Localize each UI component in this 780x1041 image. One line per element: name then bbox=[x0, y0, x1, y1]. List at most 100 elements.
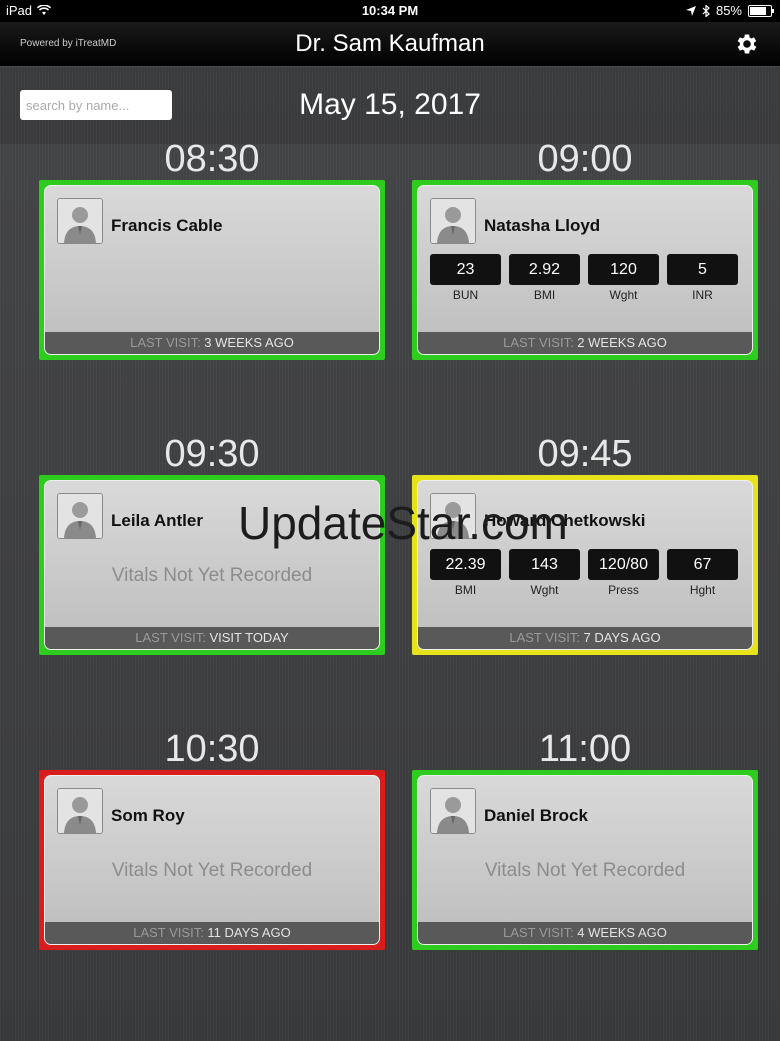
person-silhouette-icon bbox=[58, 494, 102, 538]
last-visit-bar: LAST VISIT: 4 WEEKS AGO bbox=[418, 922, 752, 944]
vital-value: 23 bbox=[430, 254, 501, 285]
appointment-slot: 11:00 Daniel Brock Vitals Not Yet Record… bbox=[412, 730, 758, 950]
vital-item: 120 Wght bbox=[588, 254, 659, 302]
appointment-time: 09:45 bbox=[537, 433, 633, 475]
patient-name: Daniel Brock bbox=[484, 806, 588, 825]
last-visit-bar: LAST VISIT: VISIT TODAY bbox=[45, 627, 379, 649]
last-visit-label: LAST VISIT: bbox=[509, 630, 584, 645]
vital-value: 143 bbox=[509, 549, 580, 580]
appointment-time: 09:00 bbox=[537, 138, 633, 180]
battery-icon bbox=[748, 4, 774, 17]
appointment-card[interactable]: Francis Cable LAST VISIT: 3 WEEKS AGO bbox=[39, 180, 385, 360]
appointment-slot: 10:30 Som Roy Vitals Not Yet Recorded LA… bbox=[39, 730, 385, 950]
vital-value: 5 bbox=[667, 254, 738, 285]
card-body: Leila Antler Vitals Not Yet Recorded LAS… bbox=[44, 480, 380, 650]
vitals-not-recorded: Vitals Not Yet Recorded bbox=[111, 860, 313, 881]
doctor-name: Dr. Sam Kaufman bbox=[295, 30, 485, 57]
person-silhouette-icon bbox=[431, 494, 475, 538]
vital-item: 143 Wght bbox=[509, 549, 580, 597]
avatar bbox=[430, 493, 476, 539]
patient-name: Francis Cable bbox=[111, 216, 223, 235]
last-visit-value: 7 DAYS AGO bbox=[583, 630, 661, 645]
status-bar: iPad 10:34 PM 85% bbox=[0, 0, 780, 22]
card-body: Daniel Brock Vitals Not Yet Recorded LAS… bbox=[417, 775, 753, 945]
search-input[interactable] bbox=[20, 90, 172, 120]
last-visit-bar: LAST VISIT: 3 WEEKS AGO bbox=[45, 332, 379, 354]
appointment-card[interactable]: Natasha Lloyd 23 BUN 2.92 BMI 120 Wght 5… bbox=[412, 180, 758, 360]
vital-item: 2.92 BMI bbox=[509, 254, 580, 302]
patient-name: Leila Antler bbox=[111, 511, 203, 530]
vitals-not-recorded: Vitals Not Yet Recorded bbox=[111, 565, 313, 586]
last-visit-bar: LAST VISIT: 11 DAYS AGO bbox=[45, 922, 379, 944]
vital-value: 22.39 bbox=[430, 549, 501, 580]
appointment-card[interactable]: Howard Chetkowski 22.39 BMI 143 Wght 120… bbox=[412, 475, 758, 655]
last-visit-label: LAST VISIT: bbox=[503, 925, 578, 940]
vital-item: 67 Hght bbox=[667, 549, 738, 597]
card-body: Francis Cable LAST VISIT: 3 WEEKS AGO bbox=[44, 185, 380, 355]
last-visit-label: LAST VISIT: bbox=[130, 335, 205, 350]
vitals-row: 23 BUN 2.92 BMI 120 Wght 5 INR bbox=[430, 254, 738, 302]
last-visit-bar: LAST VISIT: 2 WEEKS AGO bbox=[418, 332, 752, 354]
vital-label: Wght bbox=[530, 583, 559, 597]
vital-value: 2.92 bbox=[509, 254, 580, 285]
vital-item: 5 INR bbox=[667, 254, 738, 302]
appointment-card[interactable]: Som Roy Vitals Not Yet Recorded LAST VIS… bbox=[39, 770, 385, 950]
schedule-date: May 15, 2017 bbox=[299, 88, 481, 121]
appointment-slot: 09:30 Leila Antler Vitals Not Yet Record… bbox=[39, 435, 385, 655]
appointment-time: 08:30 bbox=[164, 138, 260, 180]
avatar bbox=[57, 198, 103, 244]
bluetooth-icon bbox=[702, 4, 710, 17]
person-silhouette-icon bbox=[58, 199, 102, 243]
appointment-time: 11:00 bbox=[538, 728, 632, 770]
appointment-time: 09:30 bbox=[164, 433, 260, 475]
appointment-card[interactable]: Leila Antler Vitals Not Yet Recorded LAS… bbox=[39, 475, 385, 655]
vitals-not-recorded: Vitals Not Yet Recorded bbox=[484, 860, 686, 881]
appointment-slot: 09:00 Natasha Lloyd 23 BUN 2.92 BMI 120 … bbox=[412, 140, 758, 360]
person-silhouette-icon bbox=[431, 199, 475, 243]
last-visit-label: LAST VISIT: bbox=[503, 335, 578, 350]
app-header: Powered by iTreatMD Dr. Sam Kaufman bbox=[0, 22, 780, 67]
vital-value: 67 bbox=[667, 549, 738, 580]
person-silhouette-icon bbox=[58, 789, 102, 833]
appointment-time: 10:30 bbox=[164, 728, 260, 770]
last-visit-value: 4 WEEKS AGO bbox=[577, 925, 667, 940]
vital-label: Press bbox=[608, 583, 639, 597]
location-arrow-icon bbox=[685, 5, 696, 16]
last-visit-label: LAST VISIT: bbox=[133, 925, 208, 940]
appointment-slot: 08:30 Francis Cable LAST VISIT: 3 WEEKS … bbox=[39, 140, 385, 360]
card-body: Howard Chetkowski 22.39 BMI 143 Wght 120… bbox=[417, 480, 753, 650]
vital-label: Hght bbox=[689, 583, 716, 597]
gear-icon[interactable] bbox=[734, 31, 760, 57]
card-body: Natasha Lloyd 23 BUN 2.92 BMI 120 Wght 5… bbox=[417, 185, 753, 355]
person-silhouette-icon bbox=[431, 789, 475, 833]
vital-label: Wght bbox=[609, 288, 638, 302]
patient-name: Natasha Lloyd bbox=[484, 216, 601, 235]
patient-name: Howard Chetkowski bbox=[484, 511, 646, 530]
vital-item: 120/80 Press bbox=[588, 549, 659, 597]
avatar bbox=[57, 493, 103, 539]
last-visit-value: VISIT TODAY bbox=[209, 630, 289, 645]
avatar bbox=[57, 788, 103, 834]
appointment-slot: 09:45 Howard Chetkowski 22.39 BMI 143 Wg… bbox=[412, 435, 758, 655]
card-body: Som Roy Vitals Not Yet Recorded LAST VIS… bbox=[44, 775, 380, 945]
vital-label: BMI bbox=[533, 288, 556, 302]
last-visit-label: LAST VISIT: bbox=[135, 630, 210, 645]
vital-label: INR bbox=[692, 288, 713, 302]
last-visit-value: 2 WEEKS AGO bbox=[577, 335, 667, 350]
patient-name: Som Roy bbox=[111, 806, 185, 825]
appointment-card[interactable]: Daniel Brock Vitals Not Yet Recorded LAS… bbox=[412, 770, 758, 950]
last-visit-bar: LAST VISIT: 7 DAYS AGO bbox=[418, 627, 752, 649]
avatar bbox=[430, 198, 476, 244]
vital-value: 120 bbox=[588, 254, 659, 285]
vital-label: BUN bbox=[452, 288, 479, 302]
last-visit-value: 11 DAYS AGO bbox=[207, 925, 291, 940]
vital-item: 23 BUN bbox=[430, 254, 501, 302]
vital-value: 120/80 bbox=[588, 549, 659, 580]
battery-percent: 85% bbox=[715, 3, 742, 18]
vital-item: 22.39 BMI bbox=[430, 549, 501, 597]
vital-label: BMI bbox=[454, 583, 477, 597]
last-visit-value: 3 WEEKS AGO bbox=[204, 335, 294, 350]
clock: 10:34 PM bbox=[361, 3, 419, 18]
vitals-row: 22.39 BMI 143 Wght 120/80 Press 67 Hght bbox=[430, 549, 738, 597]
avatar bbox=[430, 788, 476, 834]
